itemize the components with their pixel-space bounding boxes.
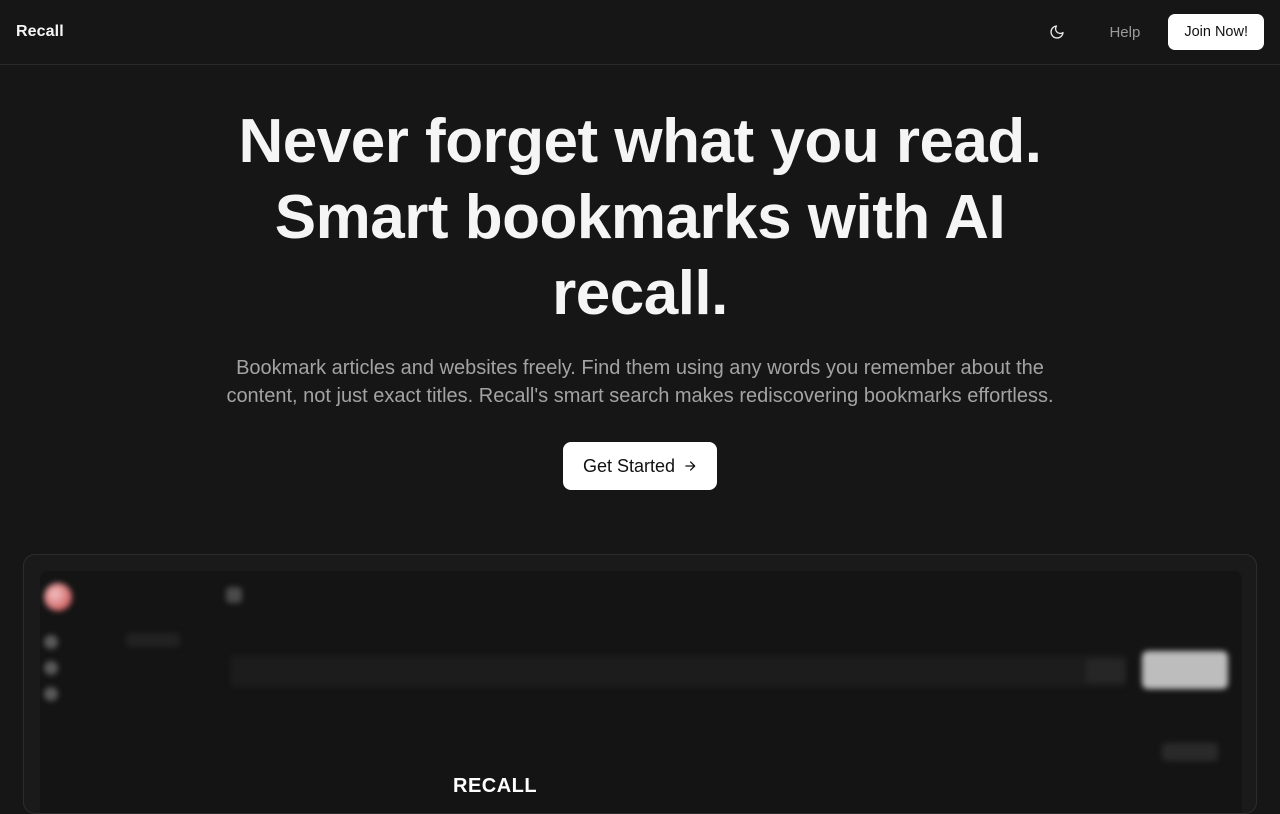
preview-sidebar	[40, 571, 190, 813]
hero-subtitle-line: content, not just exact titles. Recall's…	[226, 385, 1054, 407]
hero-subtitle: Bookmark articles and websites freely. F…	[170, 354, 1110, 410]
preview-sidebar-nav	[44, 629, 184, 707]
preview-view-toggle	[1162, 743, 1218, 761]
hero-title-line: Smart bookmarks with AI	[274, 183, 1006, 252]
preview-nav-icon	[44, 635, 58, 649]
hero-title: Never forget what you read. Smart bookma…	[140, 104, 1140, 332]
preview-sidebar-toggle-icon	[226, 587, 242, 603]
preview-nav-item	[44, 655, 184, 681]
preview-nav-icon	[44, 661, 58, 675]
help-link[interactable]: Help	[1109, 24, 1140, 41]
join-now-button[interactable]: Join Now!	[1168, 14, 1264, 50]
preview-search-button	[1142, 651, 1228, 689]
preview-avatar	[44, 583, 72, 611]
brand-logo[interactable]: Recall	[16, 23, 64, 41]
preview-nav-item	[44, 681, 184, 707]
hero-title-line: Never forget what you read.	[238, 107, 1042, 176]
top-navbar: Recall Help Join Now!	[0, 0, 1280, 65]
arrow-right-icon	[685, 461, 696, 471]
preview-username-placeholder	[78, 589, 108, 603]
preview-nav-icon	[44, 687, 58, 701]
navbar-actions: Help Join Now!	[1039, 14, 1264, 50]
preview-nav-item	[44, 629, 184, 655]
preview-search-bar	[230, 655, 1126, 687]
hero-subtitle-line: Bookmark articles and websites freely. F…	[236, 357, 1044, 379]
theme-toggle-button[interactable]	[1039, 14, 1075, 50]
app-preview-screenshot: RECALL	[40, 571, 1242, 813]
get-started-button[interactable]: Get Started	[563, 442, 717, 490]
get-started-label: Get Started	[582, 455, 676, 476]
app-preview-frame: RECALL	[23, 554, 1257, 814]
preview-shortcut-badge	[1086, 659, 1126, 683]
hero-title-line: recall.	[552, 259, 728, 328]
preview-card-logo: RECALL	[453, 775, 538, 797]
moon-icon	[1050, 25, 1065, 39]
